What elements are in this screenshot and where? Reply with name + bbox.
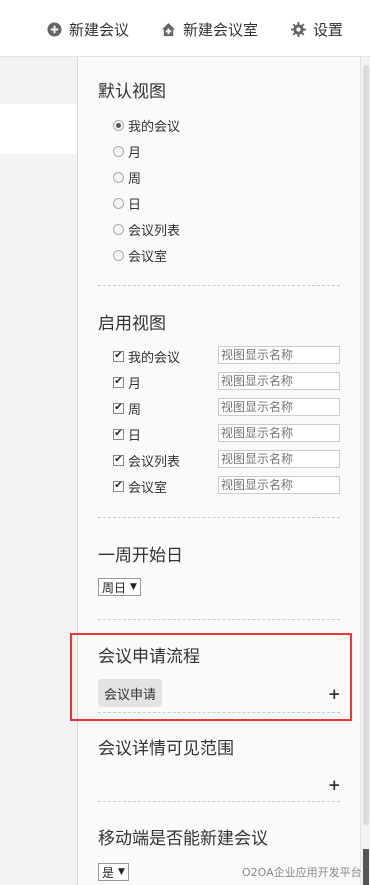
detail-scope-heading: 会议详情可见范围 [98,739,234,759]
checkbox-label: 我的会议 [128,350,181,366]
radio-label: 会议室 [128,249,168,265]
radio-label: 会议列表 [128,223,181,239]
checkbox[interactable]: ✔ [113,376,124,388]
radio-option-day[interactable]: 日 [113,194,142,213]
radio-option-meeting-room[interactable]: 会议室 [113,246,168,265]
radio-label: 周 [128,171,142,187]
scrollbar-end [363,849,369,885]
radio-option-meeting-list[interactable]: 会议列表 [113,220,181,239]
mobile-create-select[interactable]: 是 ▼ [98,863,129,881]
enabled-view-meeting-room[interactable]: ✔ 会议室 [113,476,218,496]
week-start-value: 周日 [102,580,127,595]
new-room-button[interactable]: 新建会议室 [161,18,258,40]
default-view-heading: 默认视图 [98,82,166,102]
mobile-create-heading: 移动端是否能新建会议 [98,829,268,849]
dropdown-arrow-icon: ▼ [118,867,125,877]
enabled-view-day[interactable]: ✔ 日 [113,424,218,444]
view-display-name-input[interactable] [218,346,340,364]
checkbox-label: 会议室 [128,480,168,496]
settings-panel: 默认视图 我的会议 月 周 日 会议列表 会议室 启用视图 ✔ 我的会议 ✔ 月… [77,57,361,885]
view-display-name-input[interactable] [218,398,340,416]
enabled-views-heading: 启用视图 [98,314,166,334]
gear-icon [291,21,306,37]
left-background-pane [0,57,77,885]
radio-option-my-meetings[interactable]: 我的会议 [113,116,181,135]
view-display-name-input[interactable] [218,424,340,442]
checkbox[interactable]: ✔ [113,454,124,466]
radio-button[interactable] [113,145,124,157]
enabled-view-week[interactable]: ✔ 周 [113,398,218,418]
highlight-box [70,633,352,721]
divider [98,517,340,518]
divider [98,619,340,620]
radio-option-month[interactable]: 月 [113,142,142,161]
radio-label: 我的会议 [128,119,181,135]
enabled-view-meeting-list[interactable]: ✔ 会议列表 [113,450,218,470]
left-highlight-row [0,104,77,154]
settings-button[interactable]: 设置 [291,18,343,40]
week-start-heading: 一周开始日 [98,546,183,566]
checkbox[interactable]: ✔ [113,480,124,492]
settings-label: 设置 [313,20,344,39]
divider [98,801,340,802]
radio-button[interactable] [113,171,124,183]
checkbox[interactable]: ✔ [113,402,124,414]
radio-label: 日 [128,197,142,213]
new-meeting-label: 新建会议 [69,20,130,39]
enabled-view-my-meetings[interactable]: ✔ 我的会议 [113,346,218,366]
checkbox-label: 周 [128,402,142,418]
radio-button[interactable] [113,119,124,131]
checkbox-label: 日 [128,428,142,444]
watermark-text: O2OA企业应用开发平台 [242,866,362,879]
radio-option-week[interactable]: 周 [113,168,142,187]
new-room-label: 新建会议室 [183,20,259,39]
new-meeting-button[interactable]: 新建会议 [47,18,129,40]
top-toolbar: 新建会议 新建会议室 设置 [0,0,370,57]
vertical-scrollbar[interactable] [360,57,370,885]
divider [98,285,340,286]
radio-label: 月 [128,145,142,161]
mobile-create-value: 是 [102,865,115,880]
radio-button[interactable] [113,249,124,261]
week-start-select[interactable]: 周日 ▼ [98,578,141,596]
view-display-name-input[interactable] [218,476,340,494]
radio-button[interactable] [113,197,124,209]
add-scope-button[interactable]: + [328,776,341,794]
plus-circle-icon [47,21,62,37]
checkbox[interactable]: ✔ [113,428,124,440]
view-display-name-input[interactable] [218,450,340,468]
enabled-view-month[interactable]: ✔ 月 [113,372,218,392]
checkbox-label: 会议列表 [128,454,181,470]
dropdown-arrow-icon: ▼ [130,582,137,592]
checkbox-label: 月 [128,376,142,392]
scrollbar-thumb[interactable] [363,65,369,825]
checkbox[interactable]: ✔ [113,350,124,362]
radio-button[interactable] [113,223,124,235]
house-plus-icon [161,22,176,36]
view-display-name-input[interactable] [218,372,340,390]
